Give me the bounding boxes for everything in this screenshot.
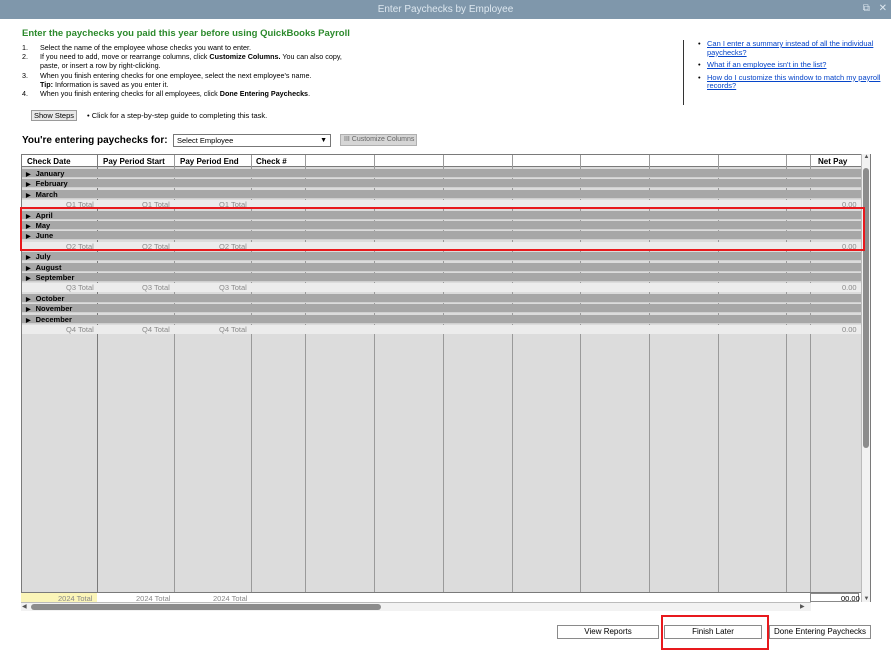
expand-arrow-icon[interactable]: ▶ <box>26 276 31 282</box>
expand-arrow-icon[interactable]: ▶ <box>26 193 31 199</box>
step-2: 2. If you need to add, move or rearrange… <box>22 52 342 71</box>
help-link-customize[interactable]: How do I customize this window to match … <box>707 73 883 91</box>
month-row-january[interactable]: ▶ January <box>22 169 864 178</box>
col-check-date[interactable]: Check Date <box>27 157 71 166</box>
done-entering-paychecks-button[interactable]: Done Entering Paychecks <box>769 625 871 639</box>
employee-dropdown[interactable]: Select Employee ▼ <box>173 134 331 147</box>
quarter-total-label: Q3 Total <box>142 283 170 293</box>
restore-icon[interactable]: ⧉ <box>863 3 870 14</box>
quarter-total-row: Q4 Total Q4 Total Q4 Total 0.00 <box>22 325 864 334</box>
entering-label: You're entering paychecks for: <box>22 135 168 146</box>
expand-arrow-icon[interactable]: ▶ <box>26 318 31 324</box>
col-pay-period-end[interactable]: Pay Period End <box>180 157 239 166</box>
month-row-december[interactable]: ▶ December <box>22 314 864 324</box>
month-label: August <box>35 262 62 272</box>
quarter-total-label: Q3 Total <box>219 283 247 293</box>
col-check-number[interactable]: Check # <box>256 157 287 166</box>
show-steps-description: • Click for a step-by-step guide to comp… <box>87 111 268 120</box>
expand-arrow-icon[interactable]: ▶ <box>26 297 31 303</box>
page-heading: Enter the paychecks you paid this year b… <box>22 28 350 39</box>
quarter-total-label: Q3 Total <box>66 283 94 293</box>
window-title: Enter Paychecks by Employee <box>377 4 514 15</box>
month-label: July <box>35 252 51 262</box>
quarter-net-pay: 0.00 <box>842 325 857 334</box>
quarter-net-pay: 0.00 <box>842 283 857 293</box>
month-label: October <box>35 293 65 303</box>
expand-arrow-icon[interactable]: ▶ <box>26 307 31 313</box>
month-label: January <box>35 169 65 178</box>
month-row-july[interactable]: ▶ July <box>22 252 864 262</box>
expand-arrow-icon[interactable]: ▶ <box>26 182 31 188</box>
highlight-q2-box <box>20 207 865 251</box>
month-row-february[interactable]: ▶ February <box>22 179 864 189</box>
col-pay-period-start[interactable]: Pay Period Start <box>103 157 165 166</box>
month-label: March <box>35 189 58 199</box>
close-icon[interactable]: ✕ <box>879 3 887 14</box>
col-net-pay[interactable]: Net Pay <box>818 157 847 166</box>
step-3: 3. When you finish entering checks for o… <box>22 70 312 89</box>
month-row-november[interactable]: ▶ November <box>22 304 864 314</box>
quarter-total-label: Q4 Total <box>219 325 247 334</box>
month-label: September <box>35 273 75 282</box>
show-steps-button[interactable]: Show Steps <box>31 110 77 121</box>
expand-arrow-icon[interactable]: ▶ <box>26 266 31 272</box>
month-row-march[interactable]: ▶ March <box>22 189 864 199</box>
highlight-finish-later-box <box>661 615 769 650</box>
view-reports-button[interactable]: View Reports <box>557 625 659 639</box>
month-label: February <box>35 179 68 189</box>
month-row-september[interactable]: ▶ September <box>22 273 864 282</box>
month-row-october[interactable]: ▶ October <box>22 293 864 303</box>
step-1: 1. Select the name of the employee whose… <box>22 43 251 52</box>
expand-arrow-icon[interactable]: ▶ <box>26 255 31 261</box>
help-links: • Can I enter a summary instead of all th… <box>683 39 883 105</box>
chevron-down-icon[interactable]: ▼ <box>320 135 327 146</box>
quarter-total-label: Q4 Total <box>66 325 94 334</box>
divider <box>683 40 684 105</box>
help-link-employee-missing[interactable]: What if an employee isn't in the list? <box>707 61 826 70</box>
horizontal-scrollbar[interactable]: ◀ ▶ <box>21 602 811 611</box>
step-4: 4. When you finish entering checks for a… <box>22 89 311 99</box>
scroll-down-icon[interactable]: ▼ <box>862 596 871 602</box>
hscroll-thumb[interactable] <box>31 604 381 610</box>
customize-columns-button[interactable]: III Customize Columns <box>340 134 417 146</box>
month-label: December <box>35 314 72 324</box>
month-row-august[interactable]: ▶ August <box>22 262 864 272</box>
scroll-right-icon[interactable]: ▶ <box>800 603 805 610</box>
help-link-summary[interactable]: Can I enter a summary instead of all the… <box>707 39 883 57</box>
month-label: November <box>35 304 73 314</box>
instructions: 1. Select the name of the employee whose… <box>22 43 342 98</box>
year-total-net: 00.00 <box>841 594 860 603</box>
grid-header: Check Date Pay Period Start Pay Period E… <box>22 155 870 167</box>
title-bar: Enter Paychecks by Employee ⧉ ✕ <box>0 0 891 19</box>
year-total-row: 2024 Total 2024 Total 2024 Total 00.00 <box>21 592 861 603</box>
quarter-total-label: Q4 Total <box>142 325 170 334</box>
expand-arrow-icon[interactable]: ▶ <box>26 172 31 178</box>
scroll-left-icon[interactable]: ◀ <box>22 603 27 610</box>
scroll-up-icon[interactable]: ▲ <box>862 154 871 160</box>
quarter-total-row: Q3 Total Q3 Total Q3 Total 0.00 <box>22 283 864 293</box>
